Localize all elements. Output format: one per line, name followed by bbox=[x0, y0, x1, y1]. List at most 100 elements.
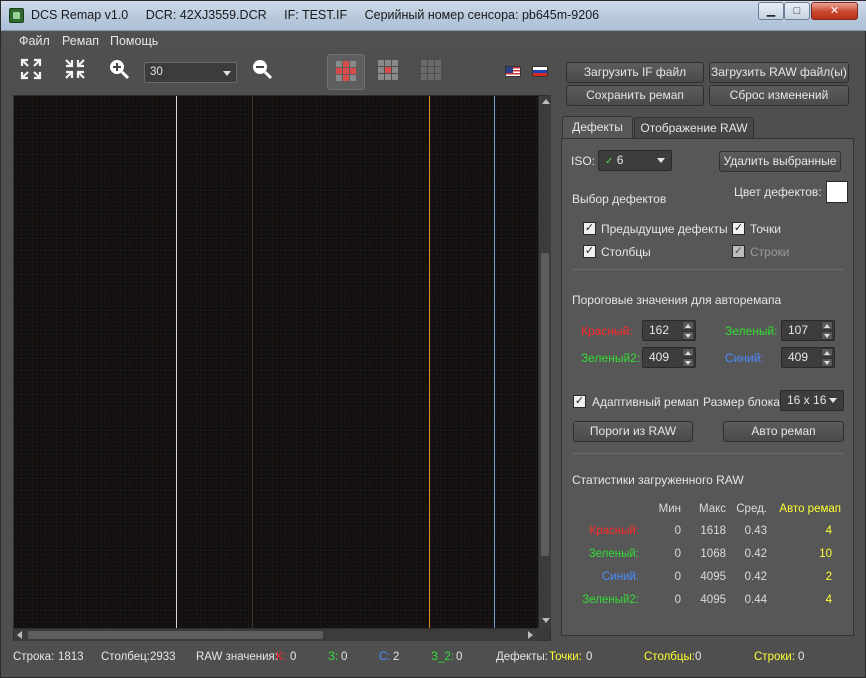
stats-max: 4095 bbox=[700, 594, 726, 606]
spin-up-icon[interactable] bbox=[821, 348, 833, 357]
app-window: DCS Remap v1.0 DCR: 42XJ3559.DCR IF: TES… bbox=[0, 0, 866, 678]
spin-down-icon[interactable] bbox=[682, 358, 694, 367]
zoom-select[interactable]: 30 bbox=[144, 62, 237, 83]
stats-min: 0 bbox=[674, 571, 681, 583]
load-raw-button[interactable]: Загрузить RAW файл(ы) bbox=[709, 62, 849, 83]
tab-raw-display[interactable]: Отображение RAW bbox=[634, 117, 754, 139]
status-row-value: 1813 bbox=[58, 651, 84, 663]
stats-avg: 0.42 bbox=[744, 571, 767, 583]
status-k-value: 0 bbox=[290, 651, 297, 663]
auto-remap-button[interactable]: Авто ремап bbox=[723, 421, 844, 442]
iso-select[interactable]: ✓ 6 bbox=[598, 150, 672, 171]
tab-defects[interactable]: Дефекты bbox=[562, 116, 633, 139]
divider bbox=[572, 453, 844, 454]
status-z-label: З: bbox=[328, 651, 339, 663]
status-z2-label: З_2: bbox=[431, 651, 454, 663]
vertical-scroll-thumb[interactable] bbox=[541, 253, 549, 556]
raw-image-frame bbox=[13, 95, 551, 641]
checkbox-previous-defects[interactable]: ✓ bbox=[583, 222, 596, 235]
status-columns-value: 0 bbox=[695, 651, 702, 663]
zoom-out-icon[interactable] bbox=[250, 57, 274, 81]
green2-threshold-input[interactable]: 409 bbox=[642, 347, 696, 368]
title-app-name: DCS Remap v1.0 bbox=[31, 8, 129, 22]
menu-help[interactable]: Помощь bbox=[110, 34, 158, 48]
grid-view-2-icon[interactable] bbox=[370, 54, 408, 90]
grid-view-3-icon[interactable] bbox=[413, 54, 451, 90]
delete-selected-button[interactable]: Удалить выбранные bbox=[719, 151, 841, 172]
block-size-label: Размер блока: bbox=[703, 395, 784, 409]
minimize-button[interactable]: ▁ bbox=[758, 2, 784, 20]
window-title: DCS Remap v1.0 DCR: 42XJ3559.DCR IF: TES… bbox=[31, 8, 613, 22]
close-button[interactable]: ✕ bbox=[811, 2, 858, 20]
rows-label: Строки bbox=[750, 245, 790, 259]
scroll-down-icon[interactable] bbox=[542, 618, 550, 623]
spin-down-icon[interactable] bbox=[682, 331, 694, 340]
red-threshold-label: Красный: bbox=[581, 324, 633, 338]
status-row-label: Строка: bbox=[13, 651, 55, 663]
status-s-label: С: bbox=[379, 651, 391, 663]
spin-up-icon[interactable] bbox=[821, 321, 833, 330]
grid-view-1-icon[interactable] bbox=[327, 54, 365, 90]
load-if-button[interactable]: Загрузить IF файл bbox=[566, 62, 704, 83]
scroll-up-icon[interactable] bbox=[542, 99, 550, 104]
defect-color-label: Цвет дефектов: bbox=[734, 185, 822, 199]
app-icon bbox=[9, 8, 24, 23]
scroll-right-icon[interactable] bbox=[528, 631, 533, 639]
green2-threshold-value: 409 bbox=[649, 350, 670, 364]
stats-title: Статистики загруженного RAW bbox=[572, 473, 744, 487]
blue-threshold-label: Синий: bbox=[725, 351, 764, 365]
status-k-label: К: bbox=[276, 651, 286, 663]
flag-us-icon[interactable] bbox=[505, 66, 521, 77]
stats-header-min: Мин bbox=[658, 503, 681, 515]
thresholds-from-raw-button[interactable]: Пороги из RAW bbox=[573, 421, 693, 442]
stats-max: 4095 bbox=[700, 571, 726, 583]
flag-ru-icon[interactable] bbox=[532, 66, 548, 77]
columns-label: Столбцы bbox=[601, 245, 651, 259]
stats-auto: 4 bbox=[825, 594, 832, 606]
status-columns-label: Столбцы: bbox=[644, 651, 695, 663]
menu-remap[interactable]: Ремап bbox=[62, 34, 99, 48]
stats-min: 0 bbox=[674, 548, 681, 560]
status-raw-label: RAW значения: bbox=[196, 651, 278, 663]
status-defects-label: Дефекты: bbox=[496, 651, 548, 663]
stats-auto: 2 bbox=[825, 571, 832, 583]
stats-row-label: Синий: bbox=[601, 571, 639, 583]
checkbox-points[interactable]: ✓ bbox=[732, 222, 745, 235]
checkbox-columns[interactable]: ✓ bbox=[583, 245, 596, 258]
stats-row-label: Зеленый: bbox=[588, 548, 639, 560]
blue-threshold-input[interactable]: 409 bbox=[781, 347, 835, 368]
save-remap-button[interactable]: Сохранить ремап bbox=[566, 85, 704, 106]
scroll-left-icon[interactable] bbox=[17, 631, 22, 639]
checkbox-adaptive-remap[interactable]: ✓ bbox=[573, 395, 586, 408]
reset-changes-button[interactable]: Сброс изменений bbox=[709, 85, 849, 106]
defect-color-swatch[interactable] bbox=[826, 181, 848, 203]
spin-down-icon[interactable] bbox=[821, 331, 833, 340]
raw-image-view[interactable] bbox=[14, 96, 538, 628]
zoom-in-icon[interactable] bbox=[107, 57, 131, 81]
adaptive-remap-label: Адаптивный ремап bbox=[592, 395, 699, 409]
horizontal-scroll-thumb[interactable] bbox=[28, 631, 323, 639]
green-threshold-input[interactable]: 107 bbox=[781, 320, 835, 341]
maximize-button[interactable]: □ bbox=[784, 2, 810, 20]
blue-threshold-value: 409 bbox=[788, 350, 809, 364]
vertical-scrollbar[interactable] bbox=[538, 96, 551, 628]
checkbox-rows: ✓ bbox=[732, 245, 745, 258]
spin-down-icon[interactable] bbox=[821, 358, 833, 367]
title-dcr-file: DCR: 42XJ3559.DCR bbox=[145, 8, 267, 22]
red-threshold-input[interactable]: 162 bbox=[642, 320, 696, 341]
stats-row-label: Зеленый2: bbox=[582, 594, 639, 606]
block-size-select[interactable]: 16 x 16 bbox=[780, 390, 844, 411]
divider bbox=[572, 269, 844, 270]
spin-up-icon[interactable] bbox=[682, 348, 694, 357]
expand-icon[interactable] bbox=[19, 57, 43, 81]
menu-file[interactable]: Файл bbox=[19, 34, 50, 48]
stats-auto: 10 bbox=[819, 548, 832, 560]
status-rows-value: 0 bbox=[798, 651, 805, 663]
collapse-icon[interactable] bbox=[63, 57, 87, 81]
spin-up-icon[interactable] bbox=[682, 321, 694, 330]
horizontal-scrollbar[interactable] bbox=[14, 628, 538, 641]
defect-column-line bbox=[176, 96, 177, 628]
zoom-value: 30 bbox=[150, 66, 163, 78]
defects-panel: ISO: ✓ 6 Удалить выбранные Выбор дефекто… bbox=[561, 138, 854, 636]
defect-column-line bbox=[252, 96, 253, 628]
